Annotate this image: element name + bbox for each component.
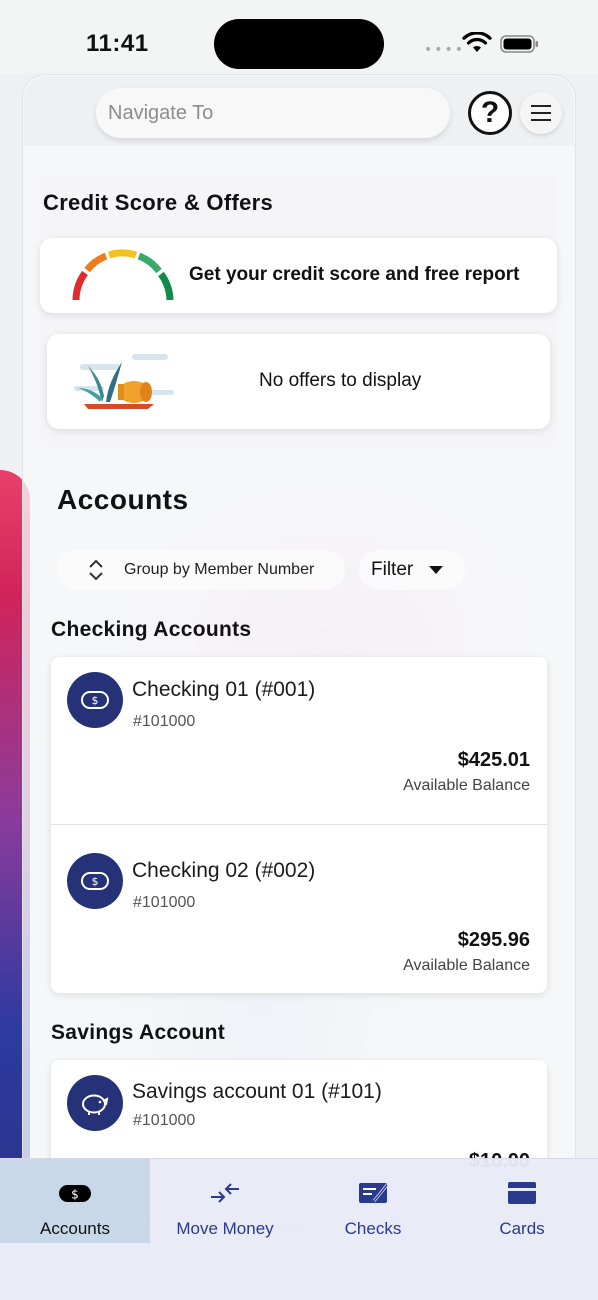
piggy-bank-icon	[67, 1075, 123, 1131]
group-title-checking: Checking Accounts	[51, 618, 252, 641]
account-money-icon: $	[67, 853, 123, 909]
account-name[interactable]: Savings account 01 (#101)	[132, 1080, 382, 1104]
sort-chevrons-icon	[89, 559, 103, 581]
svg-text:$: $	[92, 875, 99, 888]
tab-checks[interactable]: Checks	[298, 1159, 448, 1243]
group-title-savings: Savings Account	[51, 1021, 226, 1044]
tab-cards[interactable]: Cards	[447, 1159, 597, 1243]
account-divider	[51, 824, 547, 825]
check-deposit-icon	[359, 1183, 389, 1203]
tab-label: Move Money	[176, 1219, 274, 1238]
svg-text:$: $	[71, 1188, 79, 1202]
signal-icon: ••••	[424, 42, 466, 58]
account-member-number: #101000	[133, 1112, 196, 1129]
status-bar: 11:41 ••••	[0, 0, 598, 74]
account-balance: $425.01	[457, 749, 530, 771]
credit-score-link[interactable]: Get your credit score and free report	[189, 264, 520, 286]
transfer-arrows-icon	[211, 1183, 239, 1203]
status-time: 11:41	[86, 30, 149, 57]
account-name[interactable]: Checking 01 (#001)	[132, 678, 315, 702]
account-money-icon: $	[67, 672, 123, 728]
no-offers-text: No offers to display	[259, 370, 422, 391]
balance-label: Available Balance	[403, 957, 530, 974]
tab-label: Cards	[499, 1219, 545, 1238]
caret-down-icon	[429, 566, 443, 574]
section-title: Credit Score & Offers	[43, 190, 274, 215]
filter-label: Filter	[371, 559, 414, 580]
card-icon	[508, 1182, 536, 1204]
account-name[interactable]: Checking 02 (#002)	[132, 859, 315, 883]
hamburger-menu-icon[interactable]	[520, 92, 562, 134]
tab-move-money[interactable]: Move Money	[150, 1159, 300, 1243]
accounts-title: Accounts	[57, 484, 189, 515]
filter-button[interactable]: Filter	[359, 550, 465, 590]
tab-accounts[interactable]: $ Accounts	[0, 1159, 150, 1243]
tab-label: Accounts	[40, 1219, 110, 1238]
account-member-number: #101000	[133, 894, 196, 911]
wifi-icon	[462, 32, 492, 52]
battery-icon	[500, 35, 538, 53]
help-icon[interactable]: ?	[468, 91, 512, 135]
group-by-button[interactable]: Group by Member Number	[57, 550, 345, 590]
account-balance: $295.96	[457, 929, 530, 951]
balance-label: Available Balance	[403, 777, 530, 794]
group-by-label: Group by Member Number	[124, 561, 315, 578]
empty-offers-illustration	[74, 354, 174, 409]
account-member-number: #101000	[133, 713, 196, 730]
money-icon: $	[59, 1185, 91, 1202]
credit-gauge-icon	[72, 249, 174, 301]
bottom-tab-bar: $ Accounts Move Money Checks Cards	[0, 1158, 598, 1300]
tab-label: Checks	[344, 1219, 402, 1238]
svg-text:$: $	[92, 694, 99, 707]
dynamic-island	[214, 19, 384, 69]
navigate-to-input[interactable]	[96, 88, 450, 138]
